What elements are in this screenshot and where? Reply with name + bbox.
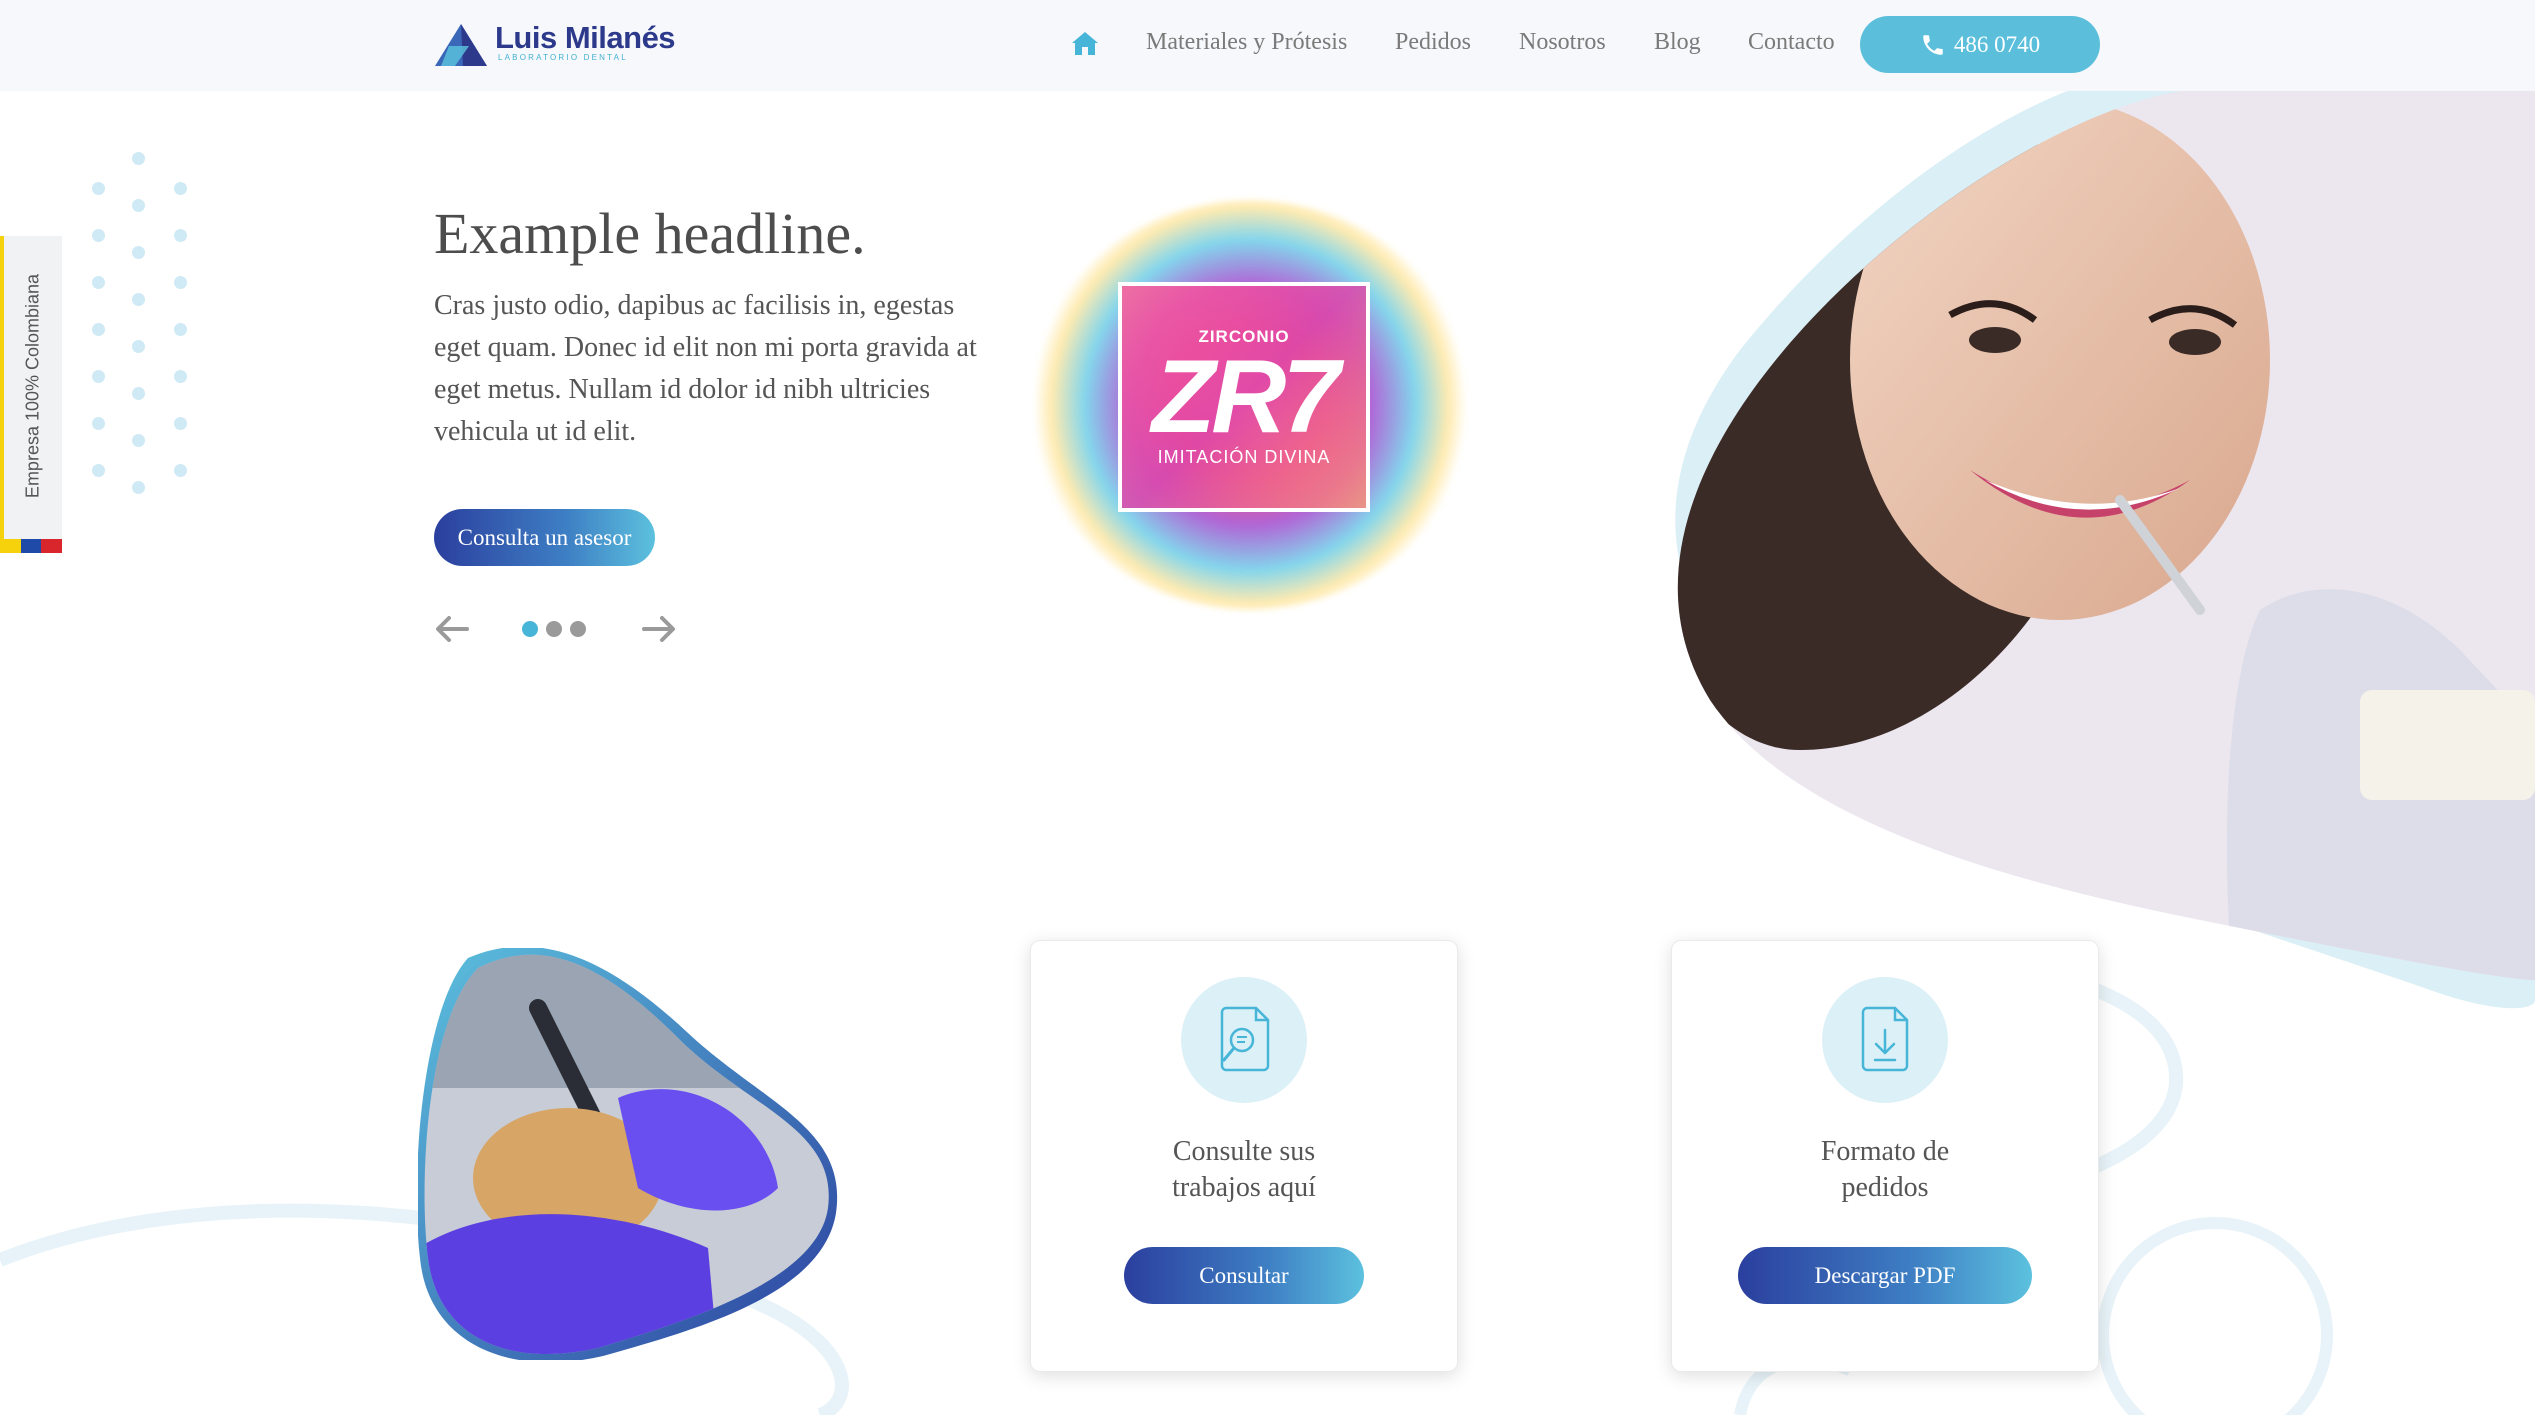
decorative-dot (92, 182, 105, 195)
descargar-pdf-button[interactable]: Descargar PDF (1738, 1247, 2032, 1304)
decorative-dot (132, 199, 145, 212)
lab-photo (418, 948, 838, 1360)
colombia-flag-bar (0, 539, 63, 553)
hero-title: Example headline. (434, 201, 866, 266)
promo-frame: ZIRCONIO ZR7 IMITACIÓN DIVINA (1118, 282, 1370, 512)
logo[interactable]: Luis Milanés LABORATORIO DENTAL (433, 20, 676, 68)
phone-number: 486 0740 (1953, 31, 2041, 57)
carousel-dot-1[interactable] (522, 621, 538, 637)
decorative-dot (132, 387, 145, 400)
nav-materiales[interactable]: Materiales y Prótesis (1146, 29, 1347, 56)
card-icon-circle (1181, 977, 1307, 1103)
nav-blog[interactable]: Blog (1654, 29, 1701, 56)
document-search-icon (1220, 1006, 1270, 1072)
nav-nosotros[interactable]: Nosotros (1519, 29, 1606, 56)
promo-main-text: ZR7 (1151, 338, 1340, 455)
nav-pedidos[interactable]: Pedidos (1395, 29, 1471, 56)
carousel-dot-2[interactable] (546, 621, 562, 637)
site-header: Luis Milanés LABORATORIO DENTAL Material… (0, 0, 2535, 91)
card-title: Consulte sus trabajos aquí (1031, 1134, 1457, 1206)
logo-triangle-icon (435, 24, 487, 66)
card-title: Formato de pedidos (1672, 1134, 2098, 1206)
decorative-dot (92, 229, 105, 242)
decorative-dot (132, 152, 145, 165)
side-badge: Empresa 100% Colombiana (0, 236, 63, 553)
decorative-dot (132, 246, 145, 259)
consultar-button[interactable]: Consultar (1124, 1247, 1364, 1304)
hero-photo (1675, 70, 2535, 1009)
decorative-dot (132, 340, 145, 353)
card-icon-circle (1822, 977, 1948, 1103)
card-formato: Formato de pedidos Descargar PDF (1671, 940, 2099, 1372)
card-title-text: Consulte sus trabajos aquí (1172, 1136, 1316, 1203)
decorative-dot (174, 417, 187, 430)
side-badge-text: Empresa 100% Colombiana (22, 273, 43, 499)
decorative-dot (132, 481, 145, 494)
consulta-asesor-button[interactable]: Consulta un asesor (434, 509, 655, 566)
decorative-dot (92, 276, 105, 289)
nav-contacto[interactable]: Contacto (1748, 29, 1835, 56)
home-icon[interactable] (1070, 28, 1100, 58)
hero-text: Cras justo odio, dapibus ac facilisis in… (434, 290, 977, 447)
promo-sub-text: IMITACIÓN DIVINA (1157, 446, 1331, 467)
phone-icon (1923, 34, 1943, 55)
decorative-dot (174, 229, 187, 242)
decorative-dot (174, 370, 187, 383)
decorative-dot (132, 293, 145, 306)
decorative-dot (92, 417, 105, 430)
decorative-dot (174, 276, 187, 289)
arrow-left-icon[interactable] (433, 610, 471, 648)
zr7-promo-badge[interactable]: ZIRCONIO ZR7 IMITACIÓN DIVINA (1030, 200, 1470, 610)
decorative-dot (92, 323, 105, 336)
card-consulta: Consulte sus trabajos aquí Consultar (1030, 940, 1458, 1372)
logo-name: Luis Milanés (495, 20, 676, 55)
arrow-right-icon[interactable] (640, 610, 678, 648)
card-title-text: Formato de pedidos (1820, 1136, 1950, 1203)
decorative-dot (92, 464, 105, 477)
decorative-dot (174, 323, 187, 336)
document-download-icon (1861, 1006, 1909, 1072)
carousel-dot-3[interactable] (570, 621, 586, 637)
decorative-dot (174, 182, 187, 195)
decorative-dot (174, 464, 187, 477)
phone-button[interactable]: 486 0740 (1860, 16, 2100, 73)
decorative-dot (132, 434, 145, 447)
decorative-dot (92, 370, 105, 383)
